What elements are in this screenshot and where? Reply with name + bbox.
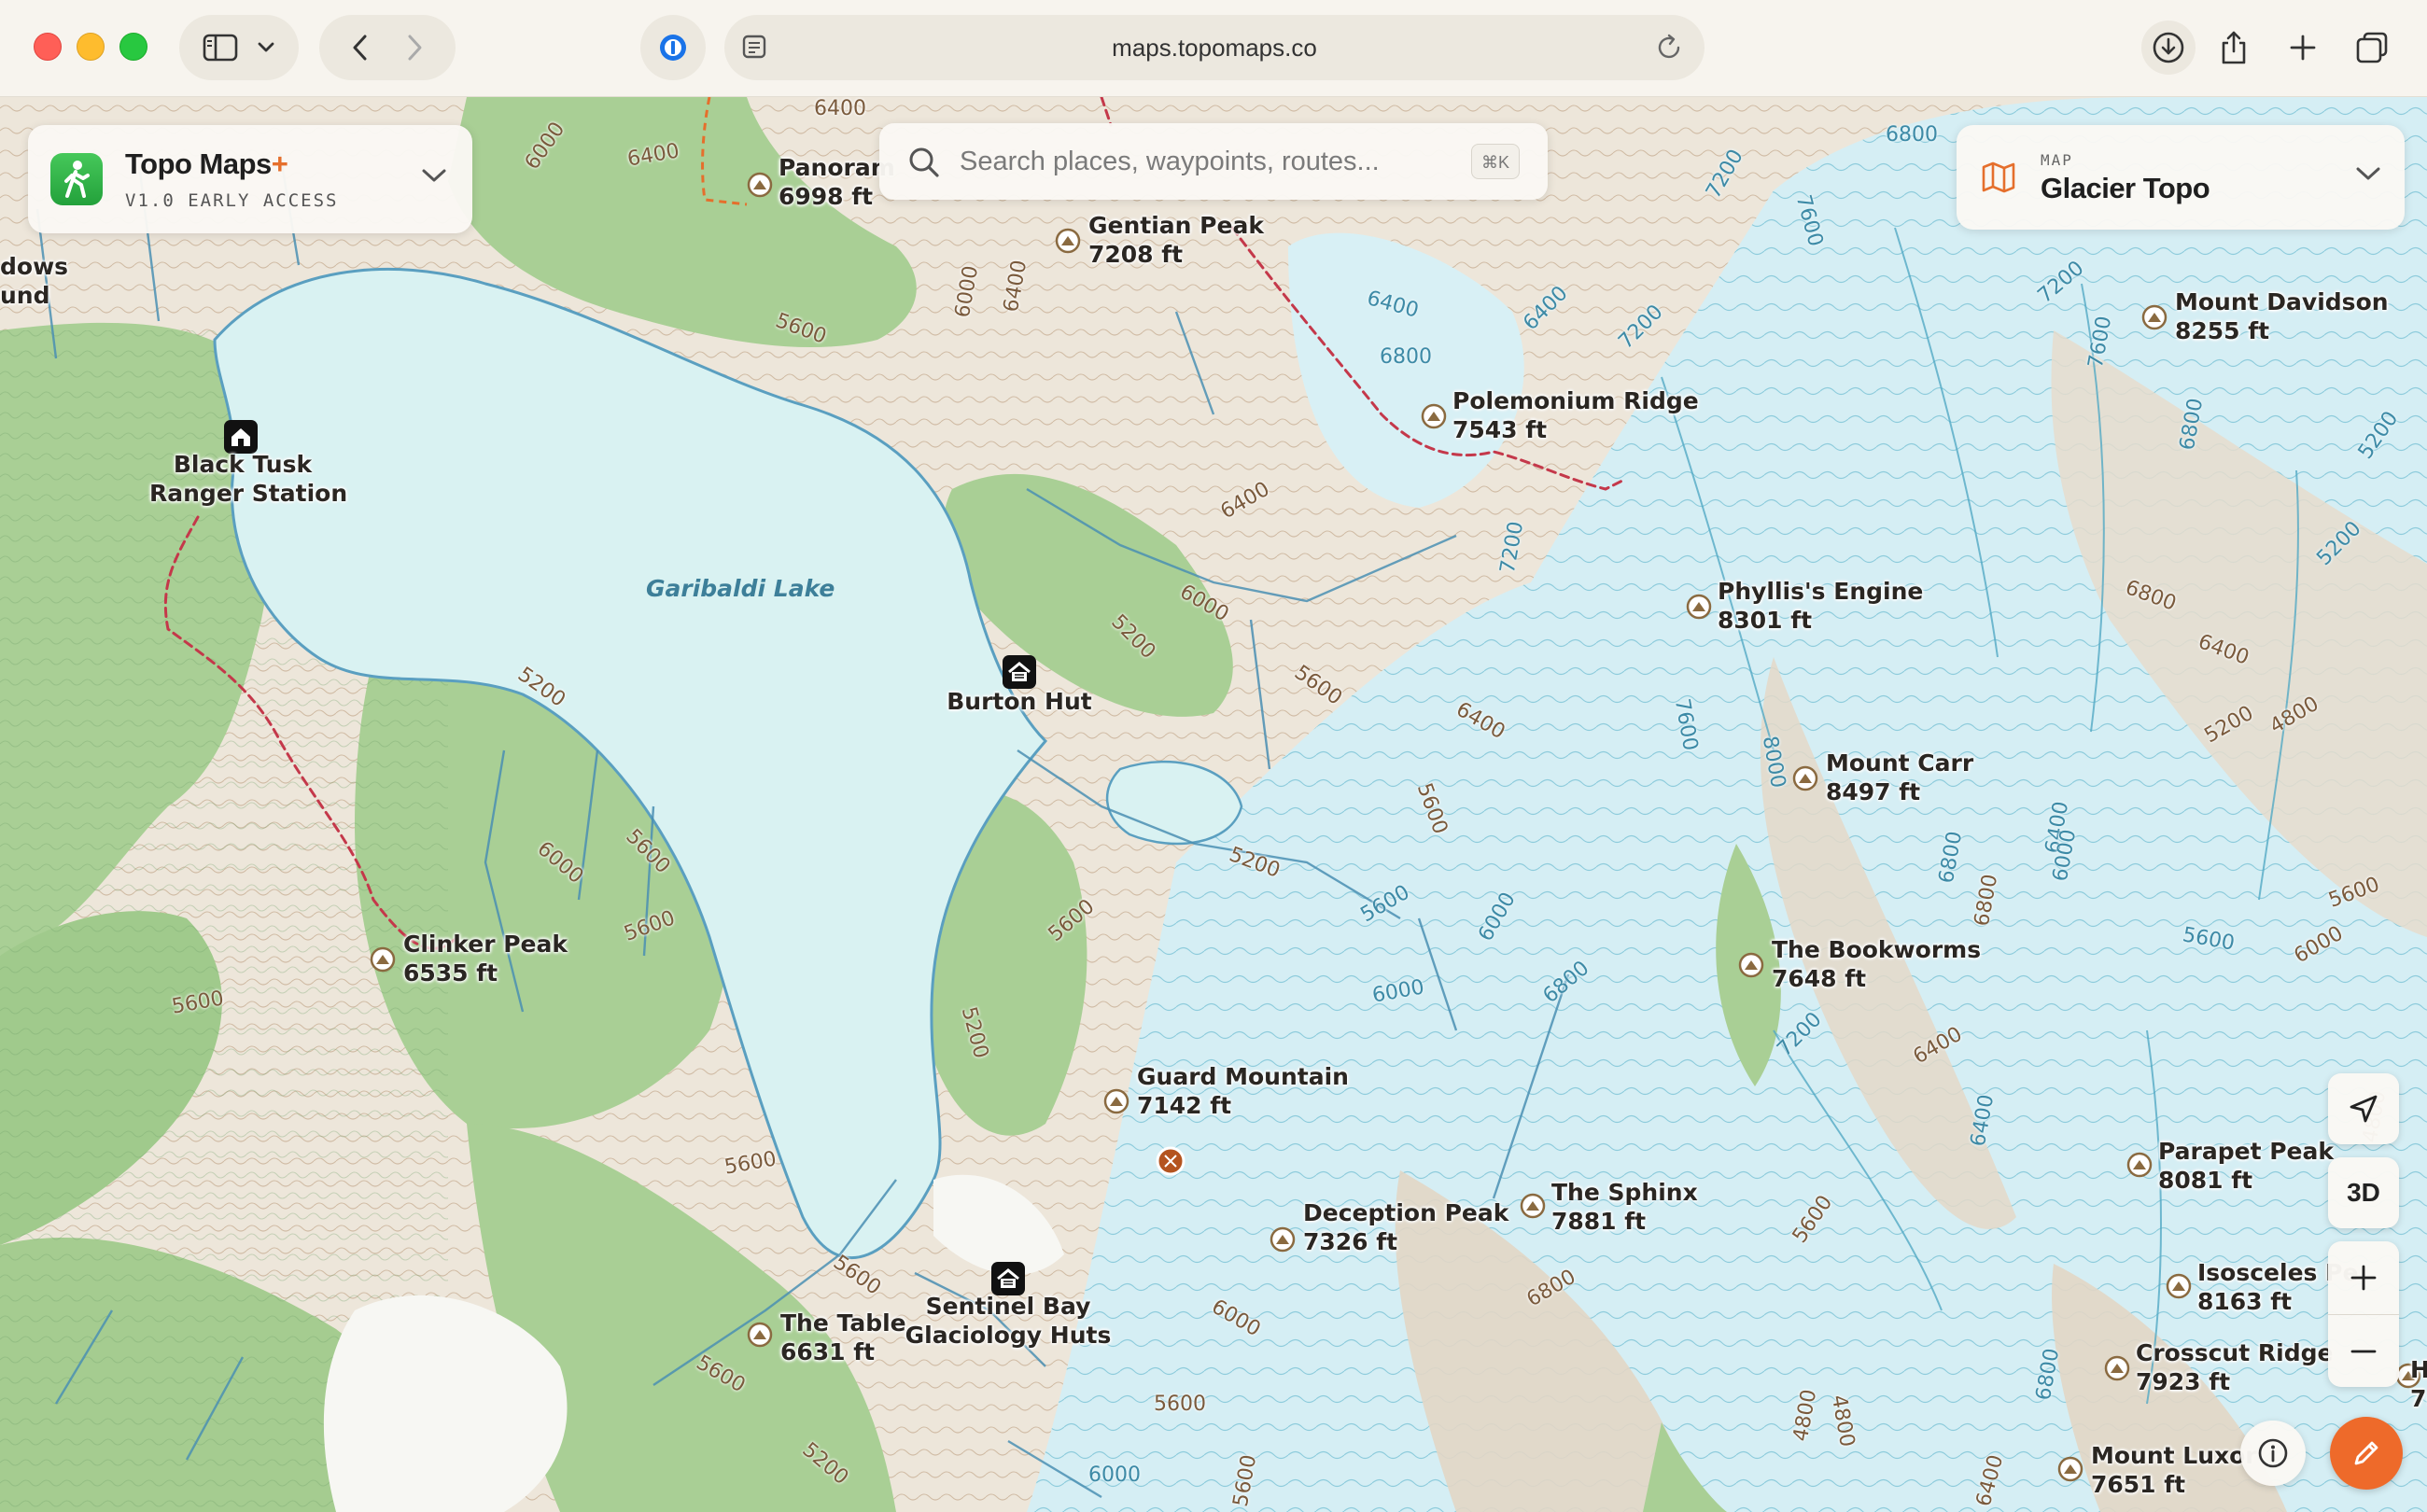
contour-label: 6400 [814, 97, 866, 120]
zoom-controls [2328, 1241, 2399, 1387]
zoom-in-icon [2350, 1265, 2377, 1291]
sidebar-icon [203, 34, 238, 62]
peak-icon[interactable] [1103, 1088, 1129, 1114]
peak-label[interactable]: The Bookworms 7648 ft [1772, 935, 1981, 993]
ranger-station-icon[interactable] [224, 420, 258, 454]
history-navigation [319, 15, 456, 80]
hut-icon[interactable] [991, 1262, 1025, 1295]
peak-icon[interactable] [1055, 228, 1081, 254]
search-shortcut-badge: ⌘K [1470, 144, 1520, 179]
peak-label[interactable]: Mount Davidson 8255 ft [2175, 287, 2389, 345]
reload-icon[interactable] [1654, 33, 1684, 63]
peak-icon[interactable] [2104, 1355, 2130, 1381]
fullscreen-window-button[interactable] [119, 33, 147, 61]
peak-icon[interactable] [2126, 1152, 2153, 1178]
new-tab-button[interactable] [2276, 21, 2330, 75]
peak-icon[interactable] [370, 946, 396, 973]
downloads-button[interactable] [2141, 21, 2196, 75]
peak-label[interactable]: Guard Mountain 7142 ft [1137, 1062, 1349, 1120]
download-icon [2153, 32, 2184, 63]
peak-icon[interactable] [1421, 403, 1447, 429]
peak-icon[interactable] [1738, 952, 1764, 978]
peak-label[interactable]: Mount Luxor 7651 ft [2091, 1441, 2257, 1499]
hiker-logo-icon [50, 153, 103, 205]
contour-label: 6000 [1088, 1463, 1141, 1487]
share-button[interactable] [2207, 21, 2261, 75]
peak-label[interactable]: The Sphinx 7881 ft [1551, 1178, 1698, 1236]
peak-icon[interactable] [747, 172, 773, 198]
peak-icon[interactable] [2141, 304, 2167, 330]
peak-icon[interactable] [2166, 1273, 2192, 1299]
meadows-label[interactable]: dows und [0, 252, 68, 310]
peak-label[interactable]: Gentian Peak 7208 ft [1088, 211, 1264, 269]
contour-label: 5600 [1154, 1393, 1206, 1416]
peak-label[interactable]: Parapet Peak 8081 ft [2158, 1137, 2334, 1195]
peak-label[interactable]: Phyllis's Engine 8301 ft [1718, 577, 1923, 635]
search-bar[interactable]: ⌘K [879, 123, 1548, 200]
peak-icon[interactable] [1792, 765, 1818, 791]
tab-overview-button[interactable] [2345, 21, 2399, 75]
address-bar[interactable]: maps.topomaps.co [724, 15, 1705, 80]
hut-icon[interactable] [1003, 655, 1036, 689]
peak-label[interactable]: Deception Peak 7326 ft [1303, 1198, 1508, 1256]
info-icon [2258, 1438, 2288, 1468]
lake-label[interactable]: Garibaldi Lake [646, 575, 835, 602]
app-version: V1.0 EARLY ACCESS [125, 190, 339, 211]
peak-label[interactable]: H7( [2410, 1355, 2427, 1413]
map-style-selector[interactable]: MAP Glacier Topo [1957, 125, 2405, 230]
edit-button[interactable] [2330, 1417, 2403, 1490]
peak-icon[interactable] [2057, 1456, 2083, 1482]
plus-icon [2290, 35, 2316, 61]
search-input[interactable] [960, 140, 1408, 183]
share-icon [2222, 31, 2246, 64]
close-window-button[interactable] [34, 33, 62, 61]
tabs-icon [2356, 32, 2388, 63]
locate-arrow-icon [2350, 1095, 2378, 1123]
contour-label: 6800 [1380, 345, 1432, 369]
back-arrow-icon[interactable] [352, 34, 369, 62]
hut-label[interactable]: Sentinel Bay Glaciology Huts [887, 1292, 1129, 1350]
peak-icon[interactable] [747, 1322, 773, 1348]
sidebar-toggle-button[interactable] [179, 15, 299, 80]
browser-toolbar: maps.topomaps.co [0, 0, 2427, 97]
peak-icon[interactable] [1686, 594, 1712, 620]
peak-label[interactable]: Crosscut Ridge 7923 ft [2136, 1338, 2333, 1396]
peak-icon[interactable] [1520, 1193, 1546, 1219]
chevron-down-icon[interactable] [420, 166, 448, 185]
chevron-down-icon[interactable] [2354, 164, 2382, 183]
peak-label[interactable]: Clinker Peak 6535 ft [403, 930, 568, 987]
map-style-kicker: MAP [2041, 151, 2073, 169]
map-canvas[interactable]: Garibaldi Lake dows und Panoram 6998 ft Ge… [0, 97, 2427, 1512]
pencil-icon [2354, 1441, 2378, 1465]
minimize-window-button[interactable] [77, 33, 105, 61]
app-switcher-card[interactable]: Topo Maps+ V1.0 EARLY ACCESS [28, 125, 472, 233]
hut-label[interactable]: Burton Hut [926, 687, 1113, 716]
info-button[interactable] [2240, 1421, 2306, 1486]
peak-label[interactable]: Polemonium Ridge 7543 ft [1452, 386, 1699, 444]
hut-label[interactable]: Black Tusk Ranger Station [149, 450, 347, 508]
url-text[interactable]: maps.topomaps.co [724, 15, 1705, 80]
app-title: Topo Maps+ [125, 147, 288, 180]
peak-icon[interactable] [1270, 1226, 1296, 1253]
map-icon [1982, 161, 2015, 193]
contour-label: 6800 [1886, 123, 1938, 147]
toggle-3d-button[interactable]: 3D [2328, 1157, 2399, 1228]
forward-arrow-icon[interactable] [406, 34, 423, 62]
peak-label[interactable]: Panoram 6998 ft [779, 153, 895, 211]
zoom-out-button[interactable] [2328, 1314, 2399, 1387]
search-icon [909, 147, 939, 177]
chevron-down-icon[interactable] [257, 41, 275, 54]
password-extension-button[interactable] [640, 15, 706, 80]
peak-label[interactable]: Mount Carr 8497 ft [1826, 749, 1973, 806]
password-manager-icon [660, 35, 686, 61]
zoom-in-button[interactable] [2328, 1241, 2399, 1314]
locate-button[interactable] [2328, 1073, 2399, 1144]
zoom-out-icon [2350, 1350, 2377, 1352]
map-style-name: Glacier Topo [2041, 172, 2210, 204]
